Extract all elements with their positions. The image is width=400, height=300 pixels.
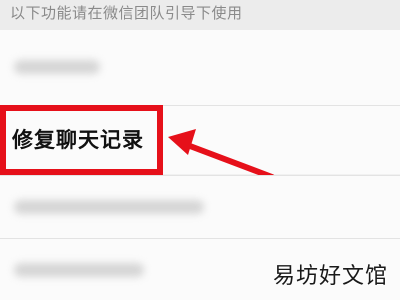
menu-item-blurred-1[interactable] bbox=[0, 30, 400, 105]
menu-item-blurred-2[interactable] bbox=[0, 176, 400, 238]
blurred-label bbox=[14, 263, 144, 277]
blurred-label bbox=[14, 200, 204, 214]
menu-item-repair-chat-history-label: 修复聊天记录 bbox=[12, 128, 144, 152]
watermark-text: 易坊好文馆 bbox=[272, 264, 388, 289]
section-header: 以下功能请在微信团队引导下使用 bbox=[0, 0, 400, 30]
blurred-label bbox=[14, 60, 100, 74]
section-header-text: 以下功能请在微信团队引导下使用 bbox=[10, 4, 243, 22]
